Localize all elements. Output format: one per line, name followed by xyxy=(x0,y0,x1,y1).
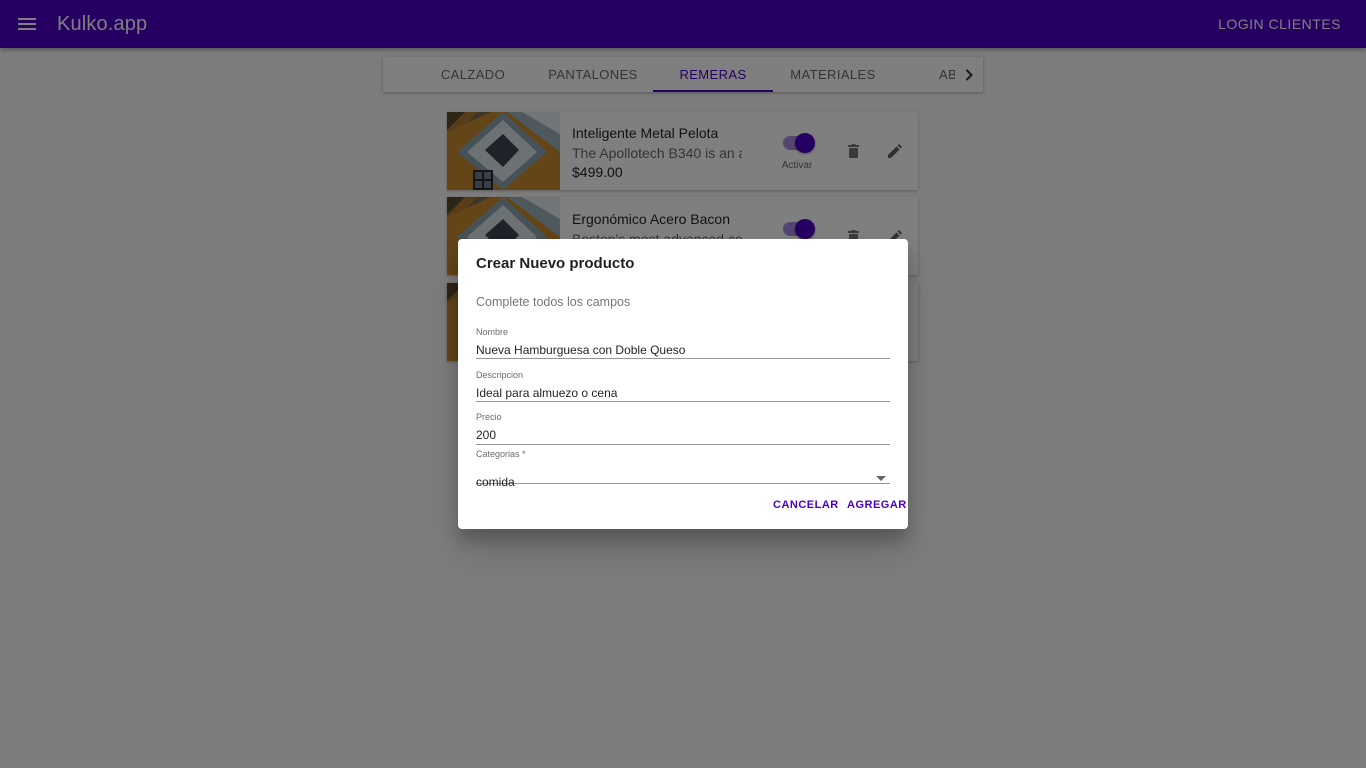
categorias-label: Categorias * xyxy=(476,449,526,459)
categorias-select[interactable]: Categorias * comida xyxy=(476,449,890,489)
categorias-value[interactable]: comida xyxy=(476,475,515,489)
nombre-label: Nombre xyxy=(476,327,509,337)
add-button[interactable]: AGREGAR xyxy=(847,499,907,511)
dialog-subtitle: Complete todos los campos xyxy=(476,295,631,309)
cancel-button[interactable]: CANCELAR xyxy=(773,499,839,511)
create-product-dialog: Crear Nuevo producto Complete todos los … xyxy=(458,239,908,529)
descripcion-input[interactable]: Ideal para almuezo o cena xyxy=(476,386,617,400)
descripcion-field[interactable]: Descripcion Ideal para almuezo o cena xyxy=(476,370,890,402)
precio-input[interactable]: 200 xyxy=(476,428,496,442)
dropdown-arrow-icon[interactable] xyxy=(876,476,886,482)
precio-label: Precio xyxy=(476,412,502,422)
descripcion-label: Descripcion xyxy=(476,370,524,380)
nombre-input[interactable]: Nueva Hamburguesa con Doble Queso xyxy=(476,343,685,357)
nombre-field[interactable]: Nombre Nueva Hamburguesa con Doble Queso xyxy=(476,327,890,359)
precio-field[interactable]: Precio 200 xyxy=(476,412,890,445)
dialog-title: Crear Nuevo producto xyxy=(476,255,635,272)
